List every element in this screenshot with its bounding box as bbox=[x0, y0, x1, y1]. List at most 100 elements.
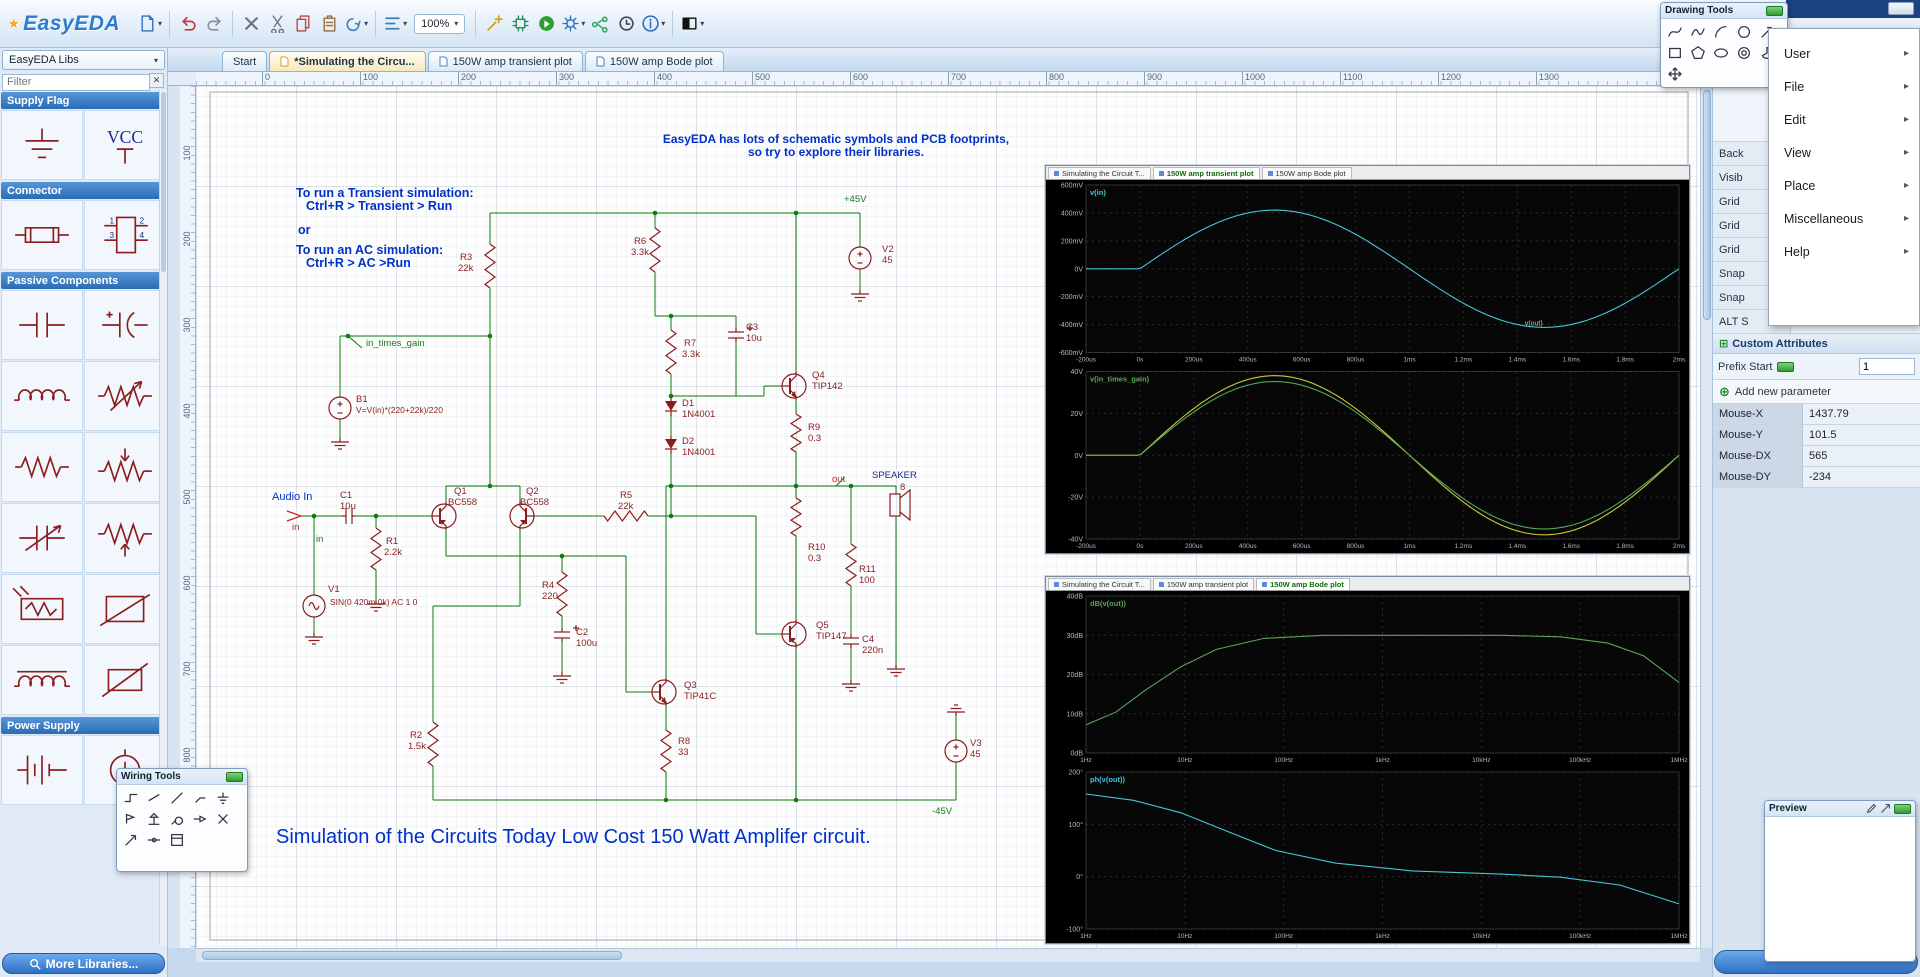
canvas-annotation[interactable]: or bbox=[298, 223, 311, 237]
palette-toggle-icon[interactable] bbox=[226, 772, 243, 782]
plot-tab[interactable]: Simulating the Circuit T... bbox=[1048, 578, 1151, 590]
arc-icon[interactable] bbox=[1709, 21, 1732, 42]
polygon-icon[interactable] bbox=[1686, 42, 1709, 63]
ground-symbol[interactable] bbox=[1, 110, 83, 180]
paste-icon[interactable] bbox=[316, 8, 342, 40]
potentiometer-symbol[interactable] bbox=[84, 503, 166, 573]
preview-title[interactable]: Preview bbox=[1765, 801, 1915, 817]
menu-item-edit[interactable]: Edit▸ bbox=[1769, 103, 1919, 136]
window-minimize-button[interactable] bbox=[1888, 2, 1914, 15]
wire-icon[interactable] bbox=[119, 787, 142, 808]
expand-icon[interactable]: ⊞ bbox=[1719, 337, 1728, 350]
plot-tab[interactable]: 150W amp Bode plot bbox=[1262, 167, 1352, 179]
frame-icon[interactable] bbox=[165, 829, 188, 850]
capacitor-polarized-symbol[interactable] bbox=[84, 290, 166, 360]
ground-icon[interactable] bbox=[211, 787, 234, 808]
rotate-icon[interactable]: ▾ bbox=[342, 8, 370, 40]
history-icon[interactable] bbox=[613, 8, 639, 40]
ellipse-icon[interactable] bbox=[1709, 42, 1732, 63]
connector-4pin-symbol[interactable]: 1324 bbox=[84, 200, 166, 270]
library-section-header[interactable]: Power Supply bbox=[1, 717, 166, 734]
undo-icon[interactable] bbox=[175, 8, 201, 40]
bus-icon[interactable] bbox=[142, 787, 165, 808]
canvas-annotation[interactable]: so try to explore their libraries. bbox=[748, 145, 924, 159]
resistor-symbol[interactable] bbox=[1, 432, 83, 502]
prefix-start-input[interactable] bbox=[1859, 358, 1915, 375]
no-connect-icon[interactable] bbox=[211, 808, 234, 829]
align-icon[interactable]: ▾ bbox=[381, 8, 409, 40]
document-tab[interactable]: 150W amp transient plot bbox=[428, 51, 583, 71]
palette-toggle-icon[interactable] bbox=[1894, 804, 1911, 814]
canvas-annotation[interactable]: To run an AC simulation: bbox=[296, 243, 443, 257]
resistor-adjustable-symbol[interactable] bbox=[84, 432, 166, 502]
vcc-symbol[interactable]: VCC bbox=[84, 110, 166, 180]
menu-item-miscellaneous[interactable]: Miscellaneous▸ bbox=[1769, 202, 1919, 235]
rect-icon[interactable] bbox=[1663, 42, 1686, 63]
share-icon[interactable] bbox=[587, 8, 613, 40]
canvas-annotation[interactable]: Ctrl+R > Transient > Run bbox=[306, 199, 452, 213]
cut-icon[interactable] bbox=[264, 8, 290, 40]
photoresistor-symbol[interactable] bbox=[1, 574, 83, 644]
resistor-variable-symbol[interactable] bbox=[84, 361, 166, 431]
canvas-annotation[interactable]: Ctrl+R > AC >Run bbox=[306, 256, 411, 270]
toggle-icon[interactable] bbox=[1777, 362, 1794, 372]
document-tab[interactable]: *Simulating the Circu... bbox=[269, 51, 425, 71]
canvas-annotation[interactable]: To run a Transient simulation: bbox=[296, 186, 474, 200]
canvas-annotation[interactable]: Simulation of the Circuits Today Low Cos… bbox=[276, 826, 871, 849]
info-icon[interactable]: ▾ bbox=[639, 8, 667, 40]
custom-attributes-header[interactable]: ⊞Custom Attributes bbox=[1713, 334, 1920, 354]
menu-item-file[interactable]: File▸ bbox=[1769, 70, 1919, 103]
line-icon[interactable] bbox=[165, 787, 188, 808]
inductor-symbol[interactable] bbox=[1, 361, 83, 431]
libs-select[interactable]: EasyEDA Libs ▾ bbox=[2, 50, 165, 70]
library-section-header[interactable]: Connector bbox=[1, 182, 166, 199]
add-new-parameter-link[interactable]: ⊕Add new parameter bbox=[1713, 380, 1920, 404]
battery-symbol[interactable] bbox=[1, 735, 83, 805]
junction-icon[interactable] bbox=[142, 829, 165, 850]
schematic-canvas[interactable]: +45VV245R63.3kR322kR73.3kC310uin_times_g… bbox=[196, 86, 1700, 948]
drag-icon[interactable] bbox=[1663, 63, 1686, 84]
voltage-probe-icon[interactable] bbox=[165, 808, 188, 829]
coil-symbol[interactable] bbox=[1, 645, 83, 715]
bus-entry-icon[interactable] bbox=[188, 787, 211, 808]
palette-toggle-icon[interactable] bbox=[1766, 6, 1783, 16]
spline-icon[interactable] bbox=[1686, 21, 1709, 42]
library-section-header[interactable]: Supply Flag bbox=[1, 92, 166, 109]
capacitor-symbol[interactable] bbox=[1, 290, 83, 360]
pencil-icon[interactable] bbox=[1866, 803, 1877, 814]
copy-icon[interactable] bbox=[290, 8, 316, 40]
export-icon[interactable] bbox=[1880, 803, 1891, 814]
more-libraries-button[interactable]: More Libraries... bbox=[2, 953, 165, 974]
netflag-icon[interactable] bbox=[142, 808, 165, 829]
canvas-annotation[interactable]: EasyEDA has lots of schematic symbols an… bbox=[663, 132, 1009, 146]
settings-icon[interactable]: ▾ bbox=[559, 8, 587, 40]
varistor-symbol[interactable] bbox=[84, 645, 166, 715]
menu-item-user[interactable]: User▸ bbox=[1769, 37, 1919, 70]
redo-icon[interactable] bbox=[201, 8, 227, 40]
plot-tab[interactable]: Simulating the Circuit T... bbox=[1048, 167, 1151, 179]
capacitor-variable-symbol[interactable] bbox=[1, 503, 83, 573]
clear-filter-icon[interactable]: ✕ bbox=[149, 73, 164, 88]
document-tab[interactable]: Start bbox=[222, 51, 267, 71]
circle-icon[interactable] bbox=[1732, 21, 1755, 42]
plot-tab[interactable]: 150W amp transient plot bbox=[1153, 578, 1254, 590]
bezier-icon[interactable] bbox=[1663, 21, 1686, 42]
filter-input[interactable] bbox=[2, 74, 150, 91]
document-tab[interactable]: 150W amp Bode plot bbox=[585, 51, 724, 71]
run-icon[interactable] bbox=[533, 8, 559, 40]
file-icon[interactable]: ▾ bbox=[136, 8, 164, 40]
theme-icon[interactable]: ▾ bbox=[678, 8, 706, 40]
zoom-select[interactable]: 100%▾ bbox=[414, 14, 465, 34]
easyeda-logo[interactable]: ★ EasyEDA bbox=[8, 12, 120, 36]
footprint-icon[interactable] bbox=[507, 8, 533, 40]
pin-icon[interactable] bbox=[188, 808, 211, 829]
ring-icon[interactable] bbox=[1732, 42, 1755, 63]
drawing-tools-title[interactable]: Drawing Tools bbox=[1661, 3, 1787, 19]
bode-plot-image[interactable]: Simulating the Circuit T...150W amp tran… bbox=[1045, 576, 1690, 944]
canvas-vscrollbar[interactable] bbox=[1700, 86, 1712, 948]
netlabel-icon[interactable] bbox=[119, 808, 142, 829]
plot-tab[interactable]: 150W amp Bode plot bbox=[1256, 578, 1350, 590]
wiring-tools-title[interactable]: Wiring Tools bbox=[117, 769, 247, 785]
connector-2pin-symbol[interactable] bbox=[1, 200, 83, 270]
plot-tab[interactable]: 150W amp transient plot bbox=[1153, 167, 1260, 179]
